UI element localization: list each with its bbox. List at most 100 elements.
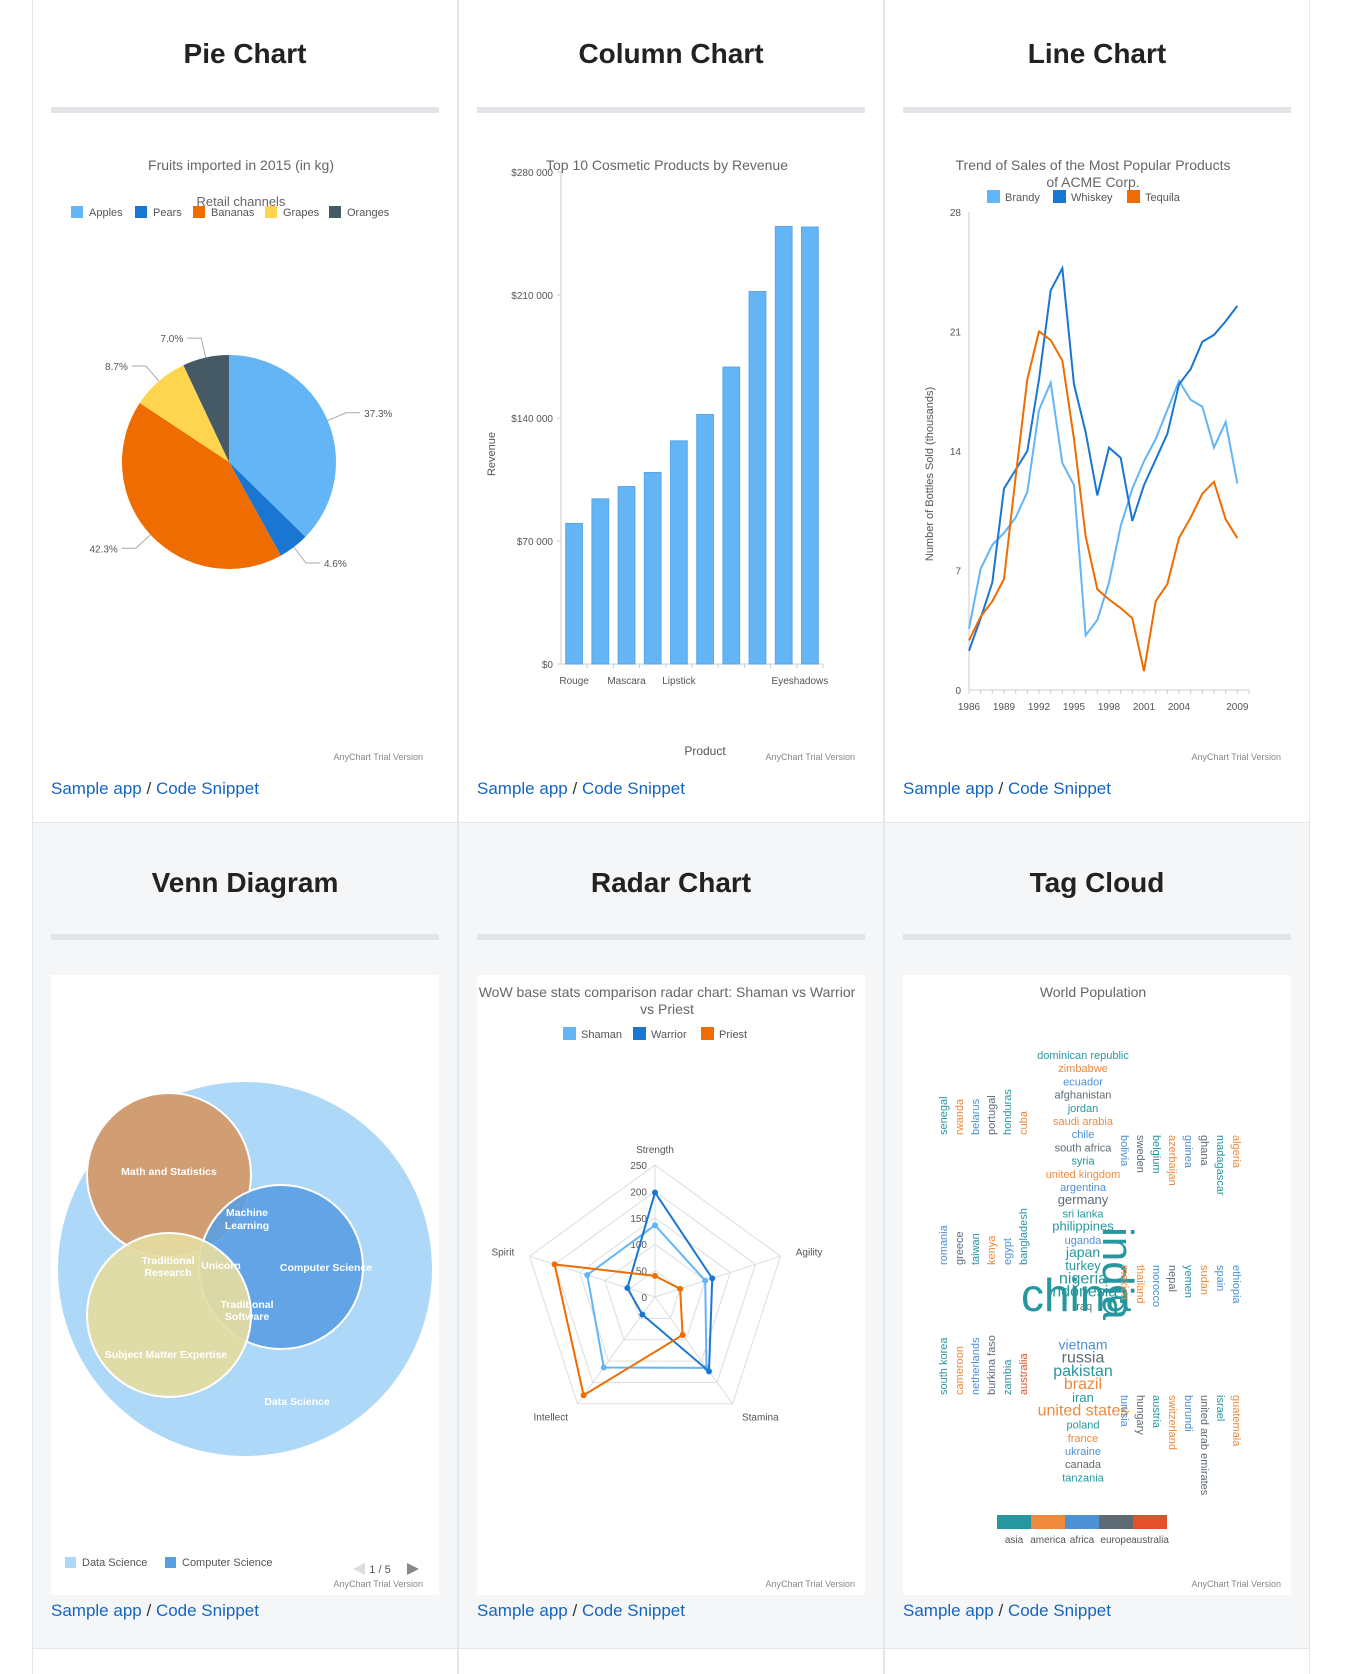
x-tick-label: Mascara [607,676,646,687]
legend-swatch [65,1557,76,1568]
card-title: Column Chart [578,38,764,69]
x-tick-label: Eyeshadows [772,676,829,687]
y-tick-label: 0 [955,686,961,697]
link-separator: / [998,779,1004,798]
venn-label: Machine [226,1207,268,1219]
sample-app-link[interactable]: Sample app [903,779,994,798]
radar-title-1: WoW base stats comparison radar chart: S… [479,984,856,1000]
venn-frame: Math and Statistics Machine Learning Com… [51,975,439,1595]
card-links: Sample app / Code Snippet [477,779,685,799]
sample-app-link[interactable]: Sample app [477,1601,568,1620]
sample-app-link[interactable]: Sample app [477,779,568,798]
column-xlabel: Product [684,744,726,758]
cloud-word: cuba [1018,1110,1030,1135]
card-links: Sample app / Code Snippet [51,1601,259,1621]
cloud-word: australia [1018,1353,1030,1395]
cloud-word: ecuador [1063,1076,1103,1088]
credit-text: AnyChart Trial Version [1191,752,1281,762]
divider [903,107,1291,113]
next-row-card [32,1649,458,1674]
cloud-word: dominican republic [1037,1050,1129,1062]
credit-text: AnyChart Trial Version [333,752,423,762]
cloud-word: burundi [1182,1395,1194,1432]
sample-app-link[interactable]: Sample app [903,1601,994,1620]
pie-title: Fruits imported in 2015 (in kg) [148,157,334,173]
radar-frame: WoW base stats comparison radar chart: S… [477,975,865,1595]
code-snippet-link[interactable]: Code Snippet [156,779,259,798]
radar-chart-card: Radar Chart WoW base stats comparison ra… [458,823,884,1649]
column-ylabel: Revenue [486,432,498,476]
cloud-word: canada [1065,1459,1102,1471]
tag-cloud-card: Tag Cloud World Population dominican rep… [884,823,1310,1649]
sample-app-link[interactable]: Sample app [51,779,142,798]
legend-swatch [135,206,147,218]
line-axes: 0 7 14 21 28 1986 1989 1992 1995 1998 2001 2004 2009 [950,208,1250,713]
x-tick-label: Lipstick [662,676,696,687]
venn-label: Learning [225,1220,269,1232]
legend-swatch [563,1027,576,1040]
cloud-word: egypt [1002,1238,1014,1265]
sample-app-link[interactable]: Sample app [51,1601,142,1620]
code-snippet-link[interactable]: Code Snippet [1008,779,1111,798]
cloud-word: sudan [1198,1265,1210,1295]
cloud-word: ethiopia [1230,1265,1242,1304]
cloud-word: germany [1058,1192,1109,1207]
pie-chart: Fruits imported in 2015 (in kg) Retail c… [71,157,423,762]
cloud-word: honduras [1002,1089,1014,1135]
cloud-word: mexico [1118,1265,1130,1300]
legend-swatch [193,206,205,218]
legend-label: Oranges [347,207,390,219]
pie-legend: Apples Pears Bananas Grapes Oranges [71,206,390,219]
legend-swatch [1053,190,1066,203]
credit-text: AnyChart Trial Version [1191,1579,1281,1589]
venn-diagram: Math and Statistics Machine Learning Com… [58,1082,432,1589]
card-links: Sample app / Code Snippet [903,1601,1111,1621]
code-snippet-link[interactable]: Code Snippet [1008,1601,1111,1620]
cloud-word: spain [1214,1265,1226,1291]
radar-axis-label: Agility [796,1247,823,1258]
venn-label: Computer Science [280,1262,372,1274]
legend-swatch [1099,1515,1133,1529]
card-title: Venn Diagram [151,867,339,898]
radar-tick-label: 250 [630,1161,647,1172]
cloud-word: zimbabwe [1058,1063,1108,1075]
y-tick-label: 21 [950,328,962,339]
tag-cloud: World Population dominican republiczimba… [938,984,1281,1589]
cloud-word: zambia [1002,1359,1014,1395]
x-tick-label: 1995 [1063,702,1086,713]
cloud-word: senegal [938,1096,950,1135]
link-separator: / [146,779,152,798]
cloud-word: greece [954,1231,966,1265]
divider [903,934,1291,940]
pie-connector [121,534,151,549]
line-series [968,264,1239,672]
cloud-word: united kingdom [1046,1169,1121,1181]
column-bar [748,290,767,665]
cloud-word: tunisia [1118,1395,1130,1428]
column-chart-frame: Top 10 Cosmetic Products by Revenue Reve… [477,144,865,764]
divider [477,107,865,113]
cloud-word: saudi arabia [1053,1116,1114,1128]
cloud-word: bangladesh [1018,1208,1030,1265]
code-snippet-link[interactable]: Code Snippet [156,1601,259,1620]
legend-swatch [701,1027,714,1040]
radar-point [652,1189,658,1196]
x-tick-label: 2001 [1133,702,1156,713]
divider [51,107,439,113]
cloud-word: thailand [1134,1265,1146,1304]
prev-page-icon[interactable] [353,1563,365,1575]
code-snippet-link[interactable]: Code Snippet [582,779,685,798]
venn-diagram-card: Venn Diagram Math and Statistics Machine… [32,823,458,1649]
code-snippet-link[interactable]: Code Snippet [582,1601,685,1620]
column-bar [774,225,793,665]
link-separator: / [146,1601,152,1620]
pie-connector [293,546,320,564]
column-bar [722,366,741,665]
cloud-word: netherlands [970,1337,982,1395]
next-page-icon[interactable] [407,1563,419,1575]
legend-label: Grapes [283,207,320,219]
line-series-path [968,378,1239,639]
radar-axis-label: Strength [636,1145,674,1156]
chart-gallery: Pie Chart Fruits imported in 2015 (in kg… [32,0,1310,1674]
cloud-word: syria [1071,1156,1095,1168]
